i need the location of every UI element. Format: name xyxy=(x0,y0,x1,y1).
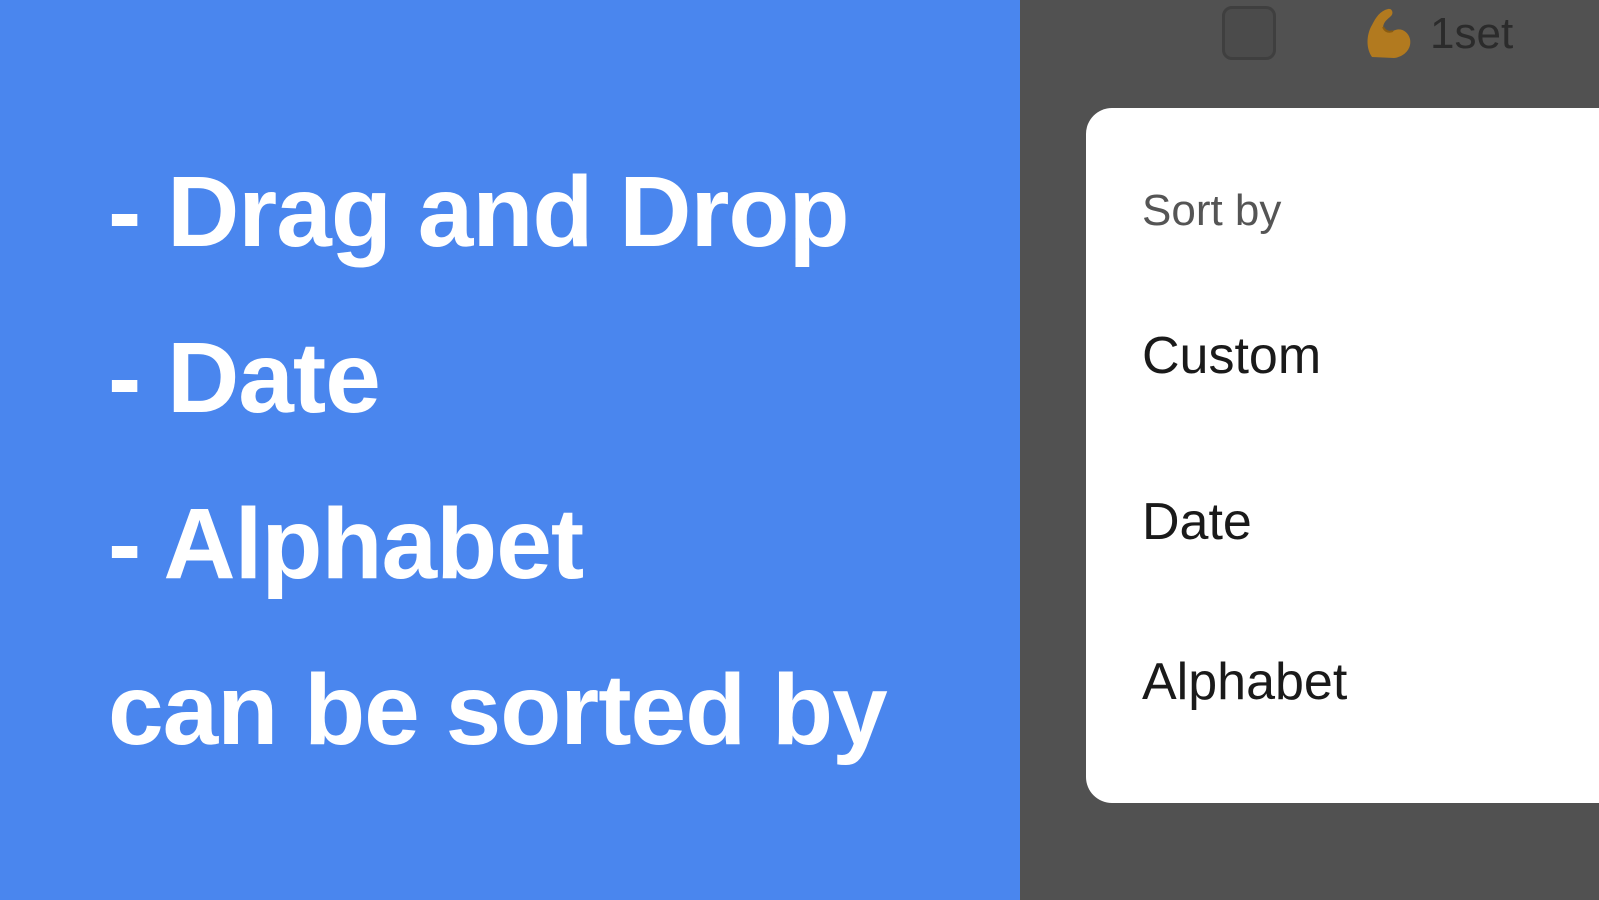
sort-menu-header: Sort by xyxy=(1142,186,1282,235)
sort-option-custom[interactable]: Custom xyxy=(1142,326,1592,386)
promo-panel: - Drag and Drop - Date - Alphabet can be… xyxy=(0,0,1020,900)
flexed-biceps-icon xyxy=(1358,5,1416,63)
promo-line-sorted-by: can be sorted by xyxy=(108,654,888,766)
promo-line-drag-drop: - Drag and Drop xyxy=(108,156,850,268)
set-count: 1set xyxy=(1358,4,1513,64)
app-panel: 1set Sort by Custom Date Alphabet xyxy=(1020,0,1599,900)
promo-line-date: - Date xyxy=(108,322,381,434)
sort-option-date[interactable]: Date xyxy=(1142,492,1592,552)
select-checkbox[interactable] xyxy=(1222,6,1276,60)
sort-option-alphabet[interactable]: Alphabet xyxy=(1142,652,1592,712)
promo-line-alphabet: - Alphabet xyxy=(108,488,584,600)
screen: - Drag and Drop - Date - Alphabet can be… xyxy=(0,0,1599,900)
set-count-label: 1set xyxy=(1430,9,1514,58)
sort-menu: Sort by Custom Date Alphabet xyxy=(1086,108,1599,803)
